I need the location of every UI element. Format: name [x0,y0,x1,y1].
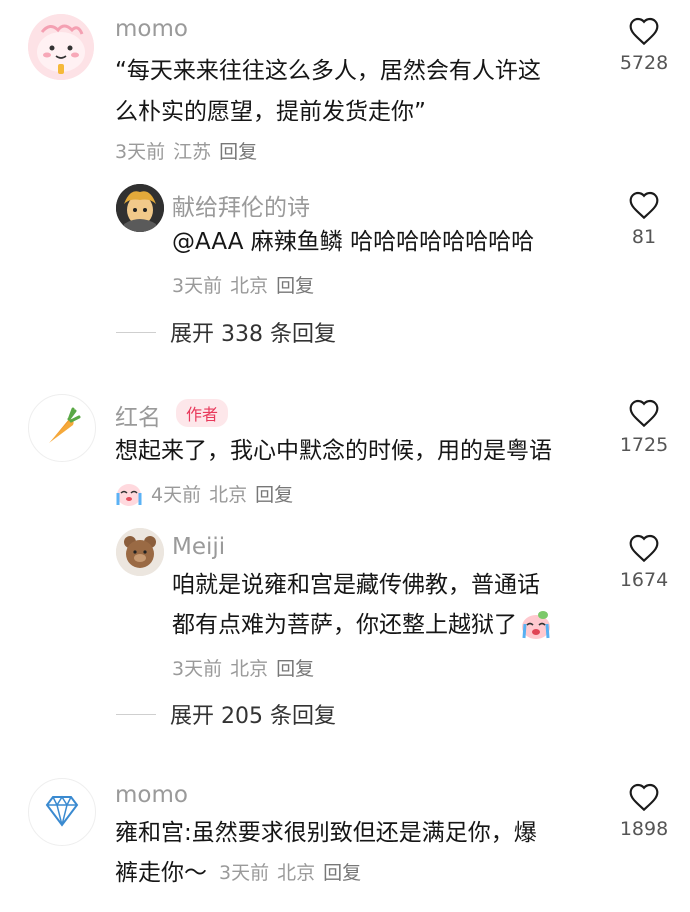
comment-location: 北京 [277,862,316,884]
heart-icon [629,534,659,563]
reply-username[interactable]: 献给拜伦的诗 [172,188,310,222]
like-count: 81 [631,226,657,248]
comment-text-body: 裤走你～ [115,860,207,886]
reply-text-line: 咱就是说雍和宫是藏传佛教，普通话 [172,572,540,598]
reply-button[interactable]: 回复 [276,654,314,681]
comment-location: 江苏 [173,141,212,163]
crying-face-emoji-icon [522,611,550,639]
expand-replies-button[interactable]: 展开 338 条回复 [116,316,336,348]
reply-time: 3天前 [172,658,223,680]
heart-icon [629,191,659,220]
teddy-bear-avatar-icon [116,528,164,576]
like-button[interactable]: 5728 [604,16,684,74]
like-count: 1725 [619,434,669,456]
expand-replies-label: 展开 205 条回复 [170,704,336,729]
comment-username[interactable]: momo [115,782,188,808]
like-button[interactable]: 1725 [604,398,684,456]
comment-meta: 3天前 江苏 回复 [115,137,265,164]
heart-icon [629,783,659,812]
reply-button[interactable]: 回复 [219,137,257,164]
comment-text-line: 雍和宫:虽然要求很别致但还是满足你，爆 [115,820,537,846]
author-badge: 作者 [176,399,229,427]
character-avatar-icon [116,184,164,232]
mention-link[interactable]: @AAA 麻辣鱼鳞 [172,229,343,255]
expand-replies-label: 展开 338 条回复 [170,322,336,347]
diamond-icon [45,795,79,827]
reply-text-body: 都有点难为菩萨，你还整上越狱了 [172,612,517,638]
comment-text-line: 么朴实的愿望，提前发货走你” [115,99,426,125]
reply-username[interactable]: Meiji [172,534,225,560]
like-count: 1898 [619,818,669,840]
comment-time: 3天前 [115,141,166,163]
like-button[interactable]: 81 [604,190,684,248]
reply-meta: 3天前 北京 回复 [172,654,322,681]
divider [116,331,156,333]
heart-icon [629,399,659,428]
avatar[interactable] [28,778,96,846]
comment-time: 3天前 [219,862,270,884]
comment-location: 北京 [209,484,248,506]
crying-face-emoji-icon [116,483,142,506]
reply-button[interactable]: 回复 [255,480,293,507]
comment-text-line: 裤走你～ 3天前 北京 回复 [115,852,369,894]
reply-button[interactable]: 回复 [323,852,361,894]
avatar[interactable] [116,528,164,576]
reply-button[interactable]: 回复 [276,271,314,298]
pink-blob-avatar-icon [28,14,94,80]
divider [116,713,156,715]
reply-text: @AAA 麻辣鱼鳞 哈哈哈哈哈哈哈哈 [172,221,534,263]
like-button[interactable]: 1674 [604,533,684,591]
comment-time: 4天前 [151,484,202,506]
comment-meta: 4天前 北京 回复 [115,480,301,507]
reply-text-line: 都有点难为菩萨，你还整上越狱了 [172,604,553,646]
comment-text-line: 想起来了，我心中默念的时候，用的是粤语 [115,438,552,464]
reply-location: 北京 [230,275,269,297]
expand-replies-button[interactable]: 展开 205 条回复 [116,698,336,730]
comment-username[interactable]: momo [115,16,188,42]
comment-meta: 3天前 北京 回复 [219,852,369,894]
heart-icon [629,17,659,46]
reply-time: 3天前 [172,275,223,297]
reply-meta: 3天前 北京 回复 [172,271,322,298]
like-count: 1674 [619,569,669,591]
carrot-icon [49,407,81,443]
like-button[interactable]: 1898 [604,782,684,840]
comment-username[interactable]: 红名 [115,398,161,432]
like-count: 5728 [619,52,669,74]
reply-location: 北京 [230,658,269,680]
comment-text-line: “每天来来往往这么多人，居然会有人许这 [115,58,541,84]
avatar[interactable] [116,184,164,232]
reply-text-body: 哈哈哈哈哈哈哈哈 [342,229,535,255]
avatar[interactable] [28,14,94,80]
avatar[interactable] [28,394,96,462]
